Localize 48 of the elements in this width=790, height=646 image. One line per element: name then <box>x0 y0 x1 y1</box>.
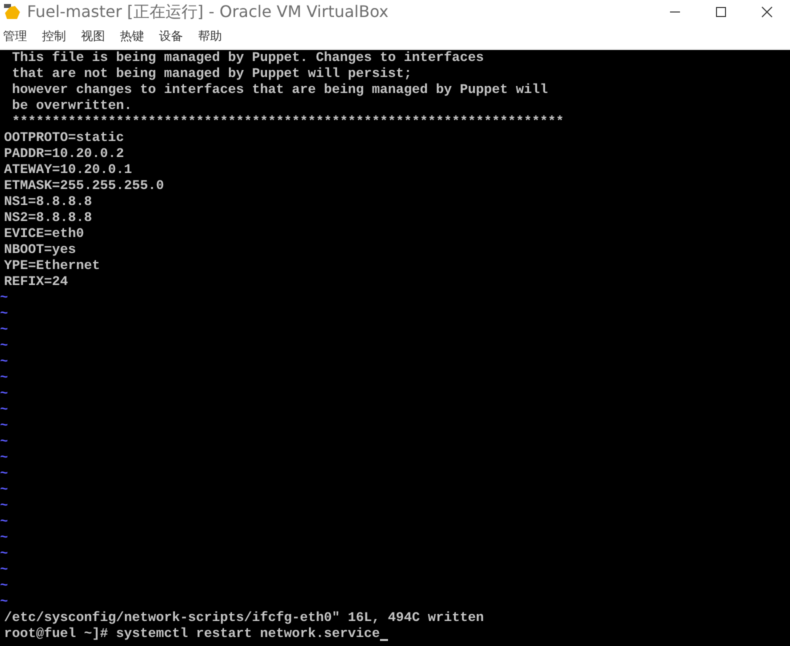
menu-item[interactable]: 热键 <box>120 28 144 45</box>
terminal-line: that are not being managed by Puppet will persist; <box>10 67 412 83</box>
empty-line-marker: ~ <box>0 323 8 339</box>
terminal-line: ********************************************************************* <box>10 115 564 131</box>
close-icon[interactable] <box>761 6 773 18</box>
menu-item[interactable]: 帮助 <box>198 28 222 45</box>
terminal-line: OOTPROTO=static <box>4 131 124 147</box>
terminal-line: /etc/sysconfig/network-scripts/ifcfg-eth0" 16L, 494C written <box>4 611 484 627</box>
terminal-line: NS1=8.8.8.8 <box>4 195 92 211</box>
text-cursor <box>380 639 388 641</box>
terminal-line: NBOOT=yes <box>4 243 76 259</box>
empty-line-marker: ~ <box>0 307 8 323</box>
empty-line-marker: ~ <box>0 579 8 595</box>
terminal-line: be overwritten. <box>10 99 132 115</box>
empty-line-marker: ~ <box>0 403 8 419</box>
terminal-line: This file is being managed by Puppet. Changes to interfaces <box>10 51 484 67</box>
empty-line-marker: ~ <box>0 387 8 403</box>
window-title: Fuel-master [正在运行] - Oracle VM VirtualBox <box>27 2 390 22</box>
terminal-line: YPE=Ethernet <box>4 259 100 275</box>
empty-line-marker: ~ <box>0 563 8 579</box>
terminal-line: ETMASK=255.255.255.0 <box>4 179 164 195</box>
terminal-line: NS2=8.8.8.8 <box>4 211 92 227</box>
command-prompt: root@fuel ~]# systemctl restart network.service <box>4 627 380 643</box>
terminal-line: PADDR=10.20.0.2 <box>4 147 124 163</box>
maximize-icon[interactable] <box>715 6 727 18</box>
terminal-line: EVICE=eth0 <box>4 227 84 243</box>
empty-line-marker: ~ <box>0 547 8 563</box>
empty-line-marker: ~ <box>0 515 8 531</box>
empty-line-marker: ~ <box>0 291 8 307</box>
menu-item[interactable]: 视图 <box>81 28 105 45</box>
empty-line-marker: ~ <box>0 339 8 355</box>
empty-line-marker: ~ <box>0 499 8 515</box>
app-icon <box>3 3 21 21</box>
empty-line-marker: ~ <box>0 435 8 451</box>
empty-line-marker: ~ <box>0 483 8 499</box>
empty-line-marker: ~ <box>0 419 8 435</box>
empty-line-marker: ~ <box>0 355 8 371</box>
terminal-line: however changes to interfaces that are being managed by Puppet will <box>10 83 548 99</box>
menu-item[interactable]: 控制 <box>42 28 66 45</box>
terminal-line: ATEWAY=10.20.0.1 <box>4 163 132 179</box>
terminal-line: REFIX=24 <box>4 275 68 291</box>
empty-line-marker: ~ <box>0 595 8 611</box>
empty-line-marker: ~ <box>0 451 8 467</box>
empty-line-marker: ~ <box>0 467 8 483</box>
empty-line-marker: ~ <box>0 371 8 387</box>
empty-line-marker: ~ <box>0 531 8 547</box>
menu-item[interactable]: 管理 <box>3 28 27 45</box>
menu-item[interactable]: 设备 <box>159 28 183 45</box>
